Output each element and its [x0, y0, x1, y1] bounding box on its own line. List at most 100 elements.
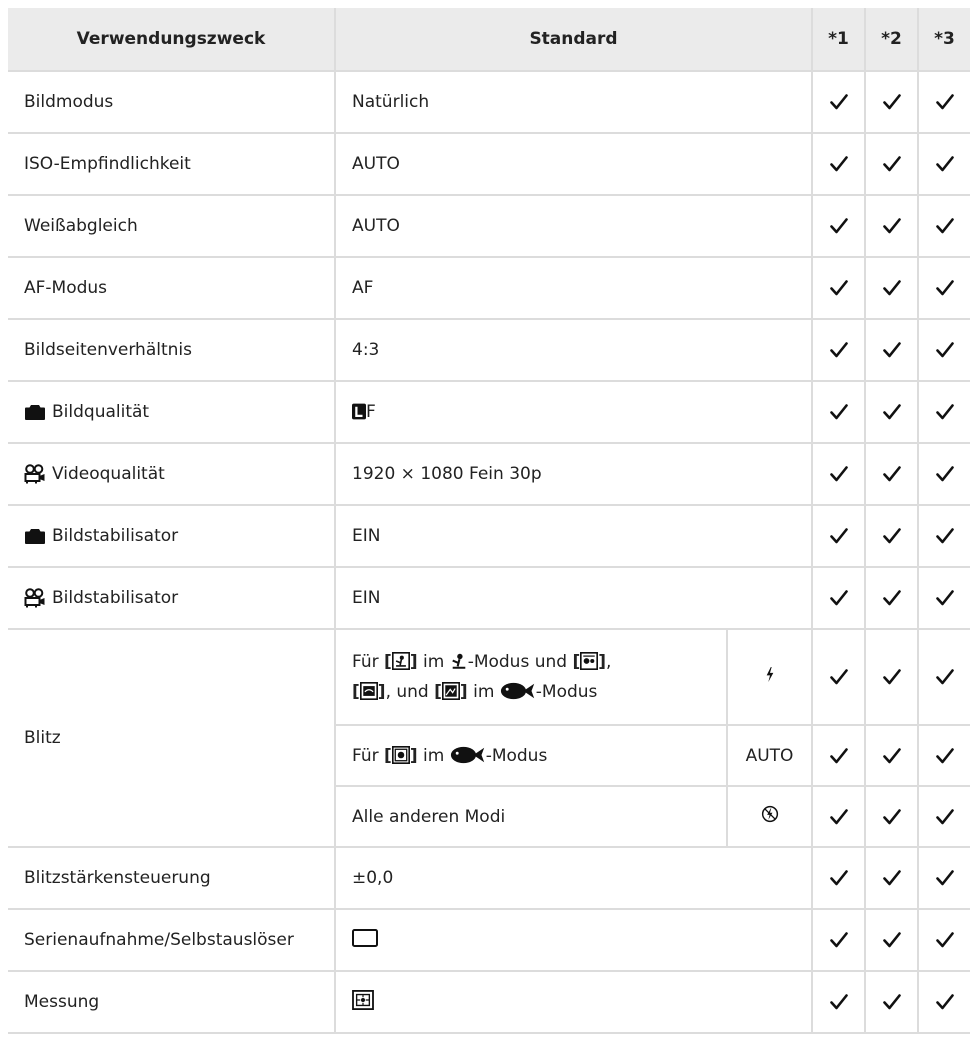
check-icon: [864, 318, 920, 382]
blitz-text: , und: [385, 682, 435, 702]
table-row: Bildseitenverhältnis 4:3: [8, 318, 970, 382]
check-icon: [917, 908, 970, 972]
row-label: Bildstabilisator: [8, 566, 336, 630]
blitz-text: Für: [352, 652, 385, 672]
header-col1: *1: [811, 8, 867, 72]
check-icon: [864, 256, 920, 320]
table-row: AF-Modus AF: [8, 256, 970, 320]
check-icon: [811, 132, 867, 196]
table-row: Bildmodus Natürlich: [8, 70, 970, 134]
metering-icon: [352, 990, 374, 1010]
check-icon: [917, 70, 970, 134]
check-icon: [811, 318, 867, 382]
table-row: Messung: [8, 970, 970, 1034]
check-icon: [864, 785, 920, 848]
table-row: Videoqualität 1920 × 1080 Fein 30p: [8, 442, 970, 506]
blitz-setting-3: [725, 785, 814, 848]
check-icon: [811, 504, 867, 568]
row-label: Serienaufnahme/Selbstauslöser: [8, 908, 336, 972]
check-icon: [864, 380, 920, 444]
fish-icon: [450, 746, 486, 764]
check-icon: [811, 846, 867, 910]
check-icon: [811, 70, 867, 134]
check-icon: [864, 70, 920, 134]
row-value: Natürlich: [333, 70, 814, 134]
check-icon: [917, 442, 970, 506]
row-label-text: Bildstabilisator: [52, 588, 179, 608]
flash-on-icon: [765, 666, 775, 683]
underwater-snapshot-icon: [360, 682, 378, 700]
row-value: AUTO: [333, 194, 814, 258]
check-icon: [917, 256, 970, 320]
check-icon: [917, 785, 970, 848]
blitz-text: im: [417, 652, 450, 672]
underwater-wide-icon: [580, 652, 598, 670]
row-label-text: Bildqualität: [52, 402, 150, 422]
table-row: Bildstabilisator EIN: [8, 504, 970, 568]
check-icon: [811, 724, 867, 787]
blitz-text: -Modus: [485, 745, 548, 766]
row-value: 4:3: [333, 318, 814, 382]
blitz-setting-1: [725, 628, 814, 726]
blitz-text: -Modus und: [467, 652, 573, 672]
blitz-text: im: [417, 745, 450, 766]
table-row: ISO-Empfindlichkeit AUTO: [8, 132, 970, 196]
row-label: Videoqualität: [8, 442, 336, 506]
row-value: [333, 970, 814, 1034]
row-value-text: F: [366, 402, 376, 422]
row-label: ISO-Empfindlichkeit: [8, 132, 336, 196]
flower-icon: [450, 652, 468, 670]
table-row: Blitz Für [] im -Modus und [], [], und […: [8, 628, 970, 848]
row-label: Bildmodus: [8, 70, 336, 134]
check-icon: [917, 970, 970, 1034]
camera-icon: [24, 403, 46, 421]
row-value: EIN: [333, 504, 814, 568]
blitz-condition-2: Für [] im -Modus: [335, 724, 728, 787]
blitz-setting-2: AUTO: [725, 724, 814, 787]
row-label: Bildstabilisator: [8, 504, 336, 568]
check-icon: [864, 442, 920, 506]
blitz-text: im: [467, 682, 500, 702]
row-label: Blitzstärkensteuerung: [8, 846, 336, 910]
check-icon: [917, 846, 970, 910]
check-icon: [811, 256, 867, 320]
settings-table: Verwendungszweck Standard *1 *2 *3 Bildm…: [8, 8, 970, 1034]
header-col3: *3: [917, 8, 970, 72]
row-value: ±0,0: [333, 846, 814, 910]
check-icon: [811, 194, 867, 258]
header-col2: *2: [864, 8, 920, 72]
row-label: Bildqualität: [8, 380, 336, 444]
check-icon: [864, 566, 920, 630]
table-row: Serienaufnahme/Selbstauslöser: [8, 908, 970, 972]
table-row: Weißabgleich AUTO: [8, 194, 970, 258]
row-value: AF: [333, 256, 814, 320]
row-label-text: Videoqualität: [52, 464, 165, 484]
blitz-text: ,: [606, 652, 612, 672]
check-icon: [864, 194, 920, 258]
check-icon: [864, 504, 920, 568]
check-icon: [864, 628, 920, 726]
check-icon: [811, 442, 867, 506]
macro-mode-icon: [392, 652, 410, 670]
check-icon: [864, 724, 920, 787]
check-icon: [917, 318, 970, 382]
camera-icon: [24, 527, 46, 545]
row-value: F: [333, 380, 814, 444]
check-icon: [811, 785, 867, 848]
blitz-text: -Modus: [535, 682, 598, 702]
flash-off-icon: [761, 805, 779, 823]
check-icon: [811, 908, 867, 972]
movie-camera-icon: [24, 464, 46, 484]
table-header-row: Verwendungszweck Standard *1 *2 *3: [8, 8, 970, 72]
check-icon: [917, 628, 970, 726]
check-icon: [811, 380, 867, 444]
row-label: Blitz: [8, 628, 336, 848]
check-icon: [864, 132, 920, 196]
header-standard: Standard: [333, 8, 814, 72]
single-frame-icon: [352, 929, 378, 947]
header-purpose: Verwendungszweck: [8, 8, 336, 72]
check-icon: [917, 132, 970, 196]
row-label: Weißabgleich: [8, 194, 336, 258]
check-icon: [917, 194, 970, 258]
underwater-landscape-icon: [442, 682, 460, 700]
